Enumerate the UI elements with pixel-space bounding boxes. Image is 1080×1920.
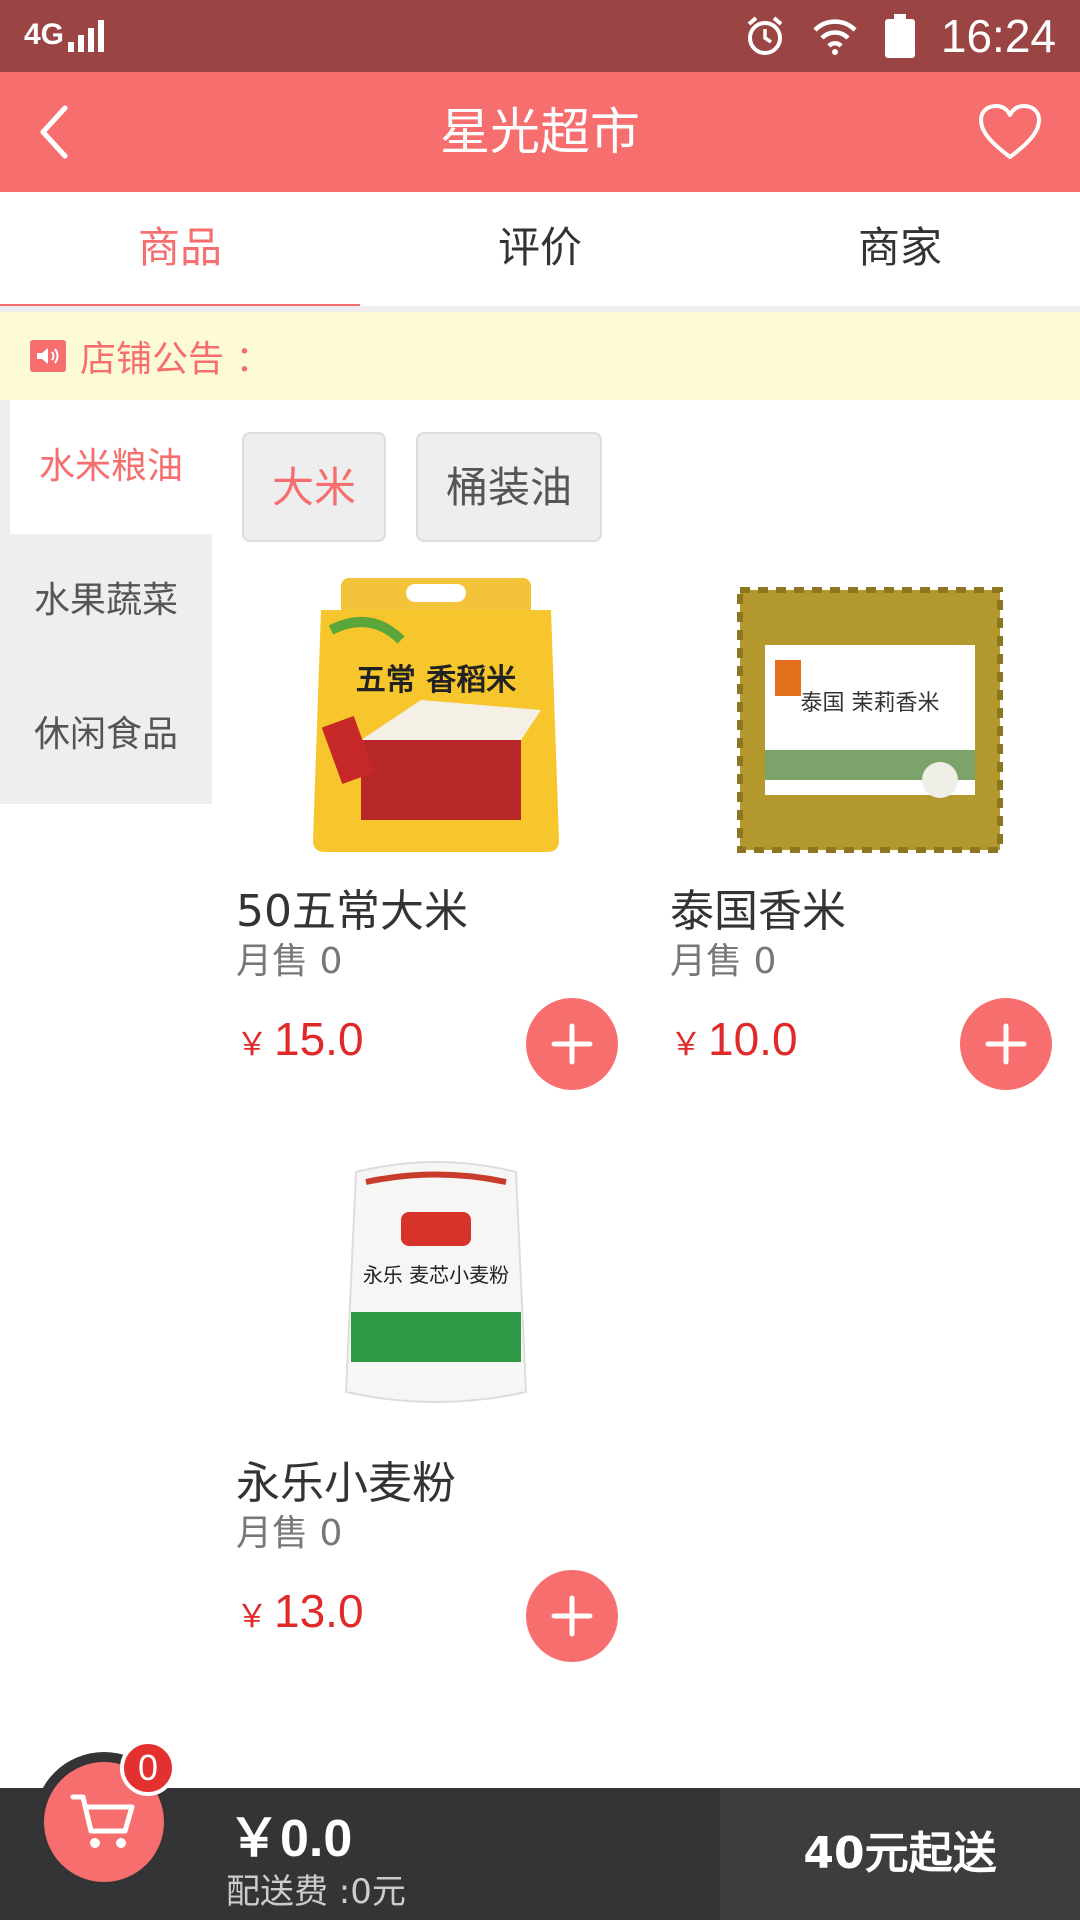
favorite-button[interactable] bbox=[970, 92, 1050, 172]
subcategory-chips: 大米 桶装油 bbox=[242, 432, 603, 542]
product-card[interactable]: 永乐 麦芯小麦粉 永乐小麦粉 月售 0 ￥ 13.0 bbox=[236, 1142, 636, 1682]
product-package-text: 五常 香稻米 bbox=[356, 663, 516, 698]
signal-icon bbox=[68, 18, 105, 52]
product-name: 泰国香米 bbox=[670, 886, 846, 937]
price-value: 13.0 bbox=[274, 1585, 364, 1637]
network-status: 4G bbox=[24, 18, 105, 52]
category-sidebar: 水米粮油 水果蔬菜 休闲食品 bbox=[0, 400, 212, 804]
cart-count-badge: 0 bbox=[120, 1740, 176, 1796]
wifi-icon bbox=[813, 19, 857, 55]
product-image[interactable]: 永乐 麦芯小麦粉 bbox=[236, 1142, 636, 1432]
speaker-icon bbox=[30, 340, 66, 372]
network-type: 4G bbox=[24, 18, 65, 51]
product-price: ￥ 13.0 bbox=[236, 1584, 364, 1638]
product-name: 永乐小麦粉 bbox=[236, 1458, 456, 1509]
category-item-grain-oil[interactable]: 水米粮油 bbox=[10, 400, 212, 534]
cart-total-price: ￥0.0 bbox=[228, 1810, 353, 1868]
product-price: ￥ 15.0 bbox=[236, 1012, 364, 1066]
product-monthly-sales: 月售 0 bbox=[670, 941, 777, 982]
plus-icon bbox=[551, 1595, 593, 1637]
chip-bottled-oil[interactable]: 桶装油 bbox=[416, 432, 603, 542]
product-price: ￥ 10.0 bbox=[670, 1012, 798, 1066]
plus-icon bbox=[551, 1023, 593, 1065]
tab-merchant[interactable]: 商家 bbox=[720, 192, 1080, 312]
add-to-cart-button[interactable] bbox=[526, 998, 618, 1090]
add-to-cart-button[interactable] bbox=[960, 998, 1052, 1090]
delivery-fee: 配送费 :0元 bbox=[226, 1872, 406, 1912]
currency-symbol: ￥ bbox=[236, 1025, 269, 1063]
notice-label: 店铺公告 ： bbox=[80, 339, 272, 380]
plus-icon bbox=[985, 1023, 1027, 1065]
battery-icon bbox=[884, 14, 915, 58]
alarm-icon bbox=[747, 16, 783, 55]
add-to-cart-button[interactable] bbox=[526, 1570, 618, 1662]
product-image[interactable]: 五常 香稻米 bbox=[236, 570, 636, 860]
price-value: 15.0 bbox=[274, 1013, 364, 1065]
tab-products[interactable]: 商品 bbox=[0, 192, 360, 312]
store-notice: 店铺公告 ： bbox=[0, 312, 1080, 400]
product-package-text: 泰国 茉莉香米 bbox=[801, 691, 940, 716]
category-item-fruit-veg[interactable]: 水果蔬菜 bbox=[0, 534, 212, 668]
chip-rice[interactable]: 大米 bbox=[242, 432, 387, 542]
product-image[interactable]: 泰国 茉莉香米 bbox=[670, 570, 1070, 860]
back-button[interactable] bbox=[18, 92, 88, 172]
product-card[interactable]: 五常 香稻米 50五常大米 月售 0 ￥ 15.0 bbox=[236, 570, 636, 1110]
cart-icon bbox=[70, 1794, 135, 1848]
price-value: 10.0 bbox=[708, 1013, 798, 1065]
tab-bar: 商品 评价 商家 bbox=[0, 192, 1080, 312]
status-time: 16:24 bbox=[940, 10, 1056, 62]
product-name: 50五常大米 bbox=[236, 886, 468, 937]
tab-reviews[interactable]: 评价 bbox=[360, 192, 720, 312]
app-header: 星光超市 bbox=[0, 72, 1080, 192]
product-monthly-sales: 月售 0 bbox=[236, 941, 343, 982]
page-title: 星光超市 bbox=[440, 103, 640, 161]
product-monthly-sales: 月售 0 bbox=[236, 1513, 343, 1554]
currency-symbol: ￥ bbox=[236, 1597, 269, 1635]
minimum-order-button[interactable]: 40元起送 bbox=[720, 1788, 1080, 1920]
heart-icon bbox=[979, 104, 1041, 159]
currency-symbol: ￥ bbox=[670, 1025, 703, 1063]
category-item-snacks[interactable]: 休闲食品 bbox=[0, 668, 212, 802]
product-card[interactable]: 泰国 茉莉香米 泰国香米 月售 0 ￥ 10.0 bbox=[670, 570, 1070, 1110]
product-package-text: 永乐 麦芯小麦粉 bbox=[363, 1263, 509, 1287]
chevron-left-icon bbox=[40, 105, 68, 159]
status-bar: 4G 16:24 bbox=[0, 0, 1080, 72]
